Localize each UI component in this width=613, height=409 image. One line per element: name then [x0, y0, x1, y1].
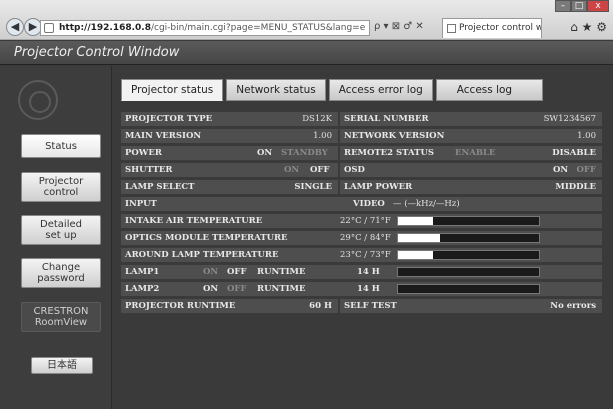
lamp2-runtime-value: 14 H [357, 284, 380, 294]
power-standby: STANDBY [281, 148, 328, 158]
table-row: PROJECTOR TYPE DS12K SERIAL NUMBER SW123… [121, 112, 602, 126]
lamp1-runtime-label: RUNTIME [257, 267, 306, 277]
address-tools[interactable]: ρ ▾ ⊠ ♂ ✕ [374, 21, 424, 32]
projector-runtime-value: 60 H [309, 301, 332, 311]
lamp2-off: OFF [227, 284, 247, 294]
row-label: NETWORK VERSION [340, 129, 602, 143]
lamp1-off: OFF [227, 267, 247, 277]
optics-temperature-value: 29°C / 84°F [340, 233, 391, 243]
sidebar-item-crestron-roomview[interactable]: CRESTRON RoomView [21, 302, 101, 332]
row-label: PROJECTOR RUNTIME [121, 299, 338, 313]
close-window-button[interactable]: x [587, 0, 609, 12]
tab-access-error-log[interactable]: Access error log [328, 79, 433, 101]
sidebar-item-status[interactable]: Status [21, 134, 101, 158]
around-lamp-temperature-value: 23°C / 73°F [340, 250, 391, 260]
sidebar: Status Projector control Detailed set up… [0, 66, 112, 409]
table-row: LAMP2 ON OFF RUNTIME 14 H [121, 282, 602, 296]
table-row: MAIN VERSION 1.00 NETWORK VERSION 1.00 [121, 129, 602, 143]
projector-type-value: DS12K [302, 114, 332, 124]
maximize-button[interactable]: □ [571, 0, 587, 12]
lamp2-runtime-label: RUNTIME [257, 284, 306, 294]
self-test-value: No errors [550, 301, 596, 311]
lamp-select-value: SINGLE [294, 182, 332, 192]
url-path: /cgi-bin/main.cgi?page=MENU_STATUS&lang=… [150, 23, 366, 33]
tab-network-status[interactable]: Network status [226, 79, 326, 101]
tab-title: Projector control window [459, 23, 541, 33]
row-label: SHUTTER [121, 163, 338, 177]
page-icon [44, 23, 54, 33]
tab-access-log[interactable]: Access log [435, 79, 544, 101]
tab-favicon-icon [447, 24, 456, 33]
remote2-disable: DISABLE [552, 148, 596, 158]
main-version-value: 1.00 [313, 131, 332, 141]
osd-on: ON [553, 165, 569, 175]
table-row: LAMP SELECT SINGLE LAMP POWER MIDDLE [121, 180, 602, 194]
serial-value: SW1234567 [543, 114, 596, 124]
language-button[interactable]: 日本語 [31, 357, 93, 374]
lamp2-on: ON [203, 284, 219, 294]
lamp1-runtime-value: 14 H [357, 267, 380, 277]
main-panel: Projector status Network status Access e… [112, 66, 613, 409]
table-row: PROJECTOR RUNTIME 60 H SELF TEST No erro… [121, 299, 602, 313]
sidebar-item-projector-control[interactable]: Projector control [21, 172, 101, 202]
logo-icon [18, 80, 58, 120]
table-row: INTAKE AIR TEMPERATURE 22°C / 71°F [121, 214, 602, 228]
window-controls: – □ x [555, 0, 609, 12]
tab-bar: Projector status Network status Access e… [121, 79, 544, 101]
around-lamp-temperature-fill [398, 251, 434, 259]
lamp2-runtime-bar [397, 284, 540, 294]
intake-temperature-fill [398, 217, 434, 225]
minimize-button[interactable]: – [555, 0, 571, 12]
row-label: MAIN VERSION [121, 129, 338, 143]
address-bar[interactable]: http://192.168.0.8/cgi-bin/main.cgi?page… [40, 20, 370, 36]
power-on: ON [257, 148, 273, 158]
lamp1-on: ON [203, 267, 219, 277]
intake-temperature-bar [397, 216, 540, 226]
input-value: VIDEO [353, 199, 385, 209]
table-row: SHUTTER ON OFF OSD ON OFF [121, 163, 602, 177]
shutter-on: ON [284, 165, 300, 175]
input-frequency: — (—kHz/—Hz) [393, 199, 460, 209]
sidebar-item-detailed-setup[interactable]: Detailed set up [21, 215, 101, 245]
network-version-value: 1.00 [577, 131, 596, 141]
table-row: INPUT VIDEO — (—kHz/—Hz) [121, 197, 602, 211]
shutter-off: OFF [310, 165, 330, 175]
optics-temperature-bar [397, 233, 540, 243]
table-row: AROUND LAMP TEMPERATURE 23°C / 73°F [121, 248, 602, 262]
browser-toolbar-icons[interactable]: ⌂ ★ ⚙ [570, 20, 607, 34]
table-row: OPTICS MODULE TEMPERATURE 29°C / 84°F [121, 231, 602, 245]
browser-chrome: ◀ ▶ http://192.168.0.8/cgi-bin/main.cgi?… [0, 0, 613, 40]
app-title: Projector Control Window [0, 41, 613, 65]
table-row: POWER ON STANDBY REMOTE2 STATUS ENABLE D… [121, 146, 602, 160]
browser-tab[interactable]: Projector control window × [442, 18, 542, 38]
lamp1-runtime-bar [397, 267, 540, 277]
remote2-enable: ENABLE [455, 148, 496, 158]
intake-temperature-value: 22°C / 71°F [340, 216, 391, 226]
back-button[interactable]: ◀ [6, 18, 24, 36]
optics-temperature-fill [398, 234, 441, 242]
lamp-power-value: MIDDLE [555, 182, 596, 192]
osd-off: OFF [576, 165, 596, 175]
url-host: http://192.168.0.8 [59, 23, 151, 33]
around-lamp-temperature-bar [397, 250, 540, 260]
tab-projector-status[interactable]: Projector status [121, 79, 224, 101]
table-row: LAMP1 ON OFF RUNTIME 14 H [121, 265, 602, 279]
sidebar-item-change-password[interactable]: Change password [21, 258, 101, 288]
status-table: PROJECTOR TYPE DS12K SERIAL NUMBER SW123… [121, 112, 602, 392]
